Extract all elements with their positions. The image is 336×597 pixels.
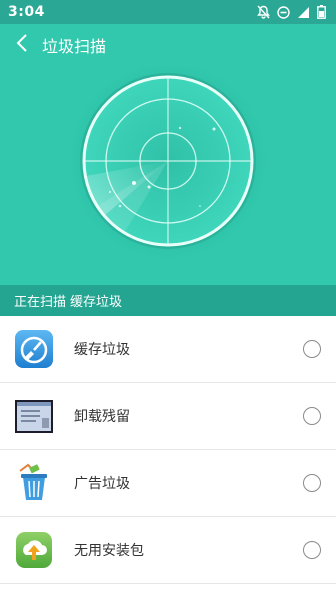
status-bar: 3:04 xyxy=(0,0,336,24)
list-item-uninstall-residue[interactable]: 卸载残留 xyxy=(0,383,336,450)
radar-scanner xyxy=(64,66,272,265)
cache-cleaner-icon xyxy=(14,329,54,369)
list-item-label: 卸载残留 xyxy=(74,409,130,425)
scan-panel xyxy=(0,66,336,285)
select-radio[interactable] xyxy=(303,474,321,492)
list-item-label: 广告垃圾 xyxy=(74,476,130,492)
page-title: 垃圾扫描 xyxy=(42,37,107,56)
battery-icon xyxy=(317,5,326,19)
list-item-label: 缓存垃圾 xyxy=(74,342,130,358)
notifications-off-icon xyxy=(257,5,270,19)
list-item-cache-junk[interactable]: 缓存垃圾 xyxy=(0,316,336,383)
scan-status-target: 缓存垃圾 xyxy=(70,295,123,310)
scan-status-bar: 正在扫描 缓存垃圾 xyxy=(0,285,336,316)
list-item-label: 无用安装包 xyxy=(74,543,144,559)
apk-package-icon xyxy=(14,530,54,570)
uninstall-residue-icon xyxy=(14,396,54,436)
junk-category-list: 缓存垃圾 卸载残留 广告垃圾 无用安装包 xyxy=(0,316,336,584)
chevron-left-icon xyxy=(16,33,28,57)
app-toolbar: 垃圾扫描 xyxy=(0,24,336,66)
select-radio[interactable] xyxy=(303,541,321,559)
back-button[interactable] xyxy=(4,24,40,66)
list-item-ad-junk[interactable]: 广告垃圾 xyxy=(0,450,336,517)
select-radio[interactable] xyxy=(303,340,321,358)
cellular-signal-icon xyxy=(297,6,310,19)
list-item-useless-apk[interactable]: 无用安装包 xyxy=(0,517,336,584)
ad-trash-icon xyxy=(14,463,54,503)
scan-status-label: 正在扫描 xyxy=(14,295,67,310)
do-not-disturb-icon xyxy=(277,5,290,19)
select-radio[interactable] xyxy=(303,407,321,425)
clock: 3:04 xyxy=(8,4,45,20)
status-icons xyxy=(257,5,326,19)
